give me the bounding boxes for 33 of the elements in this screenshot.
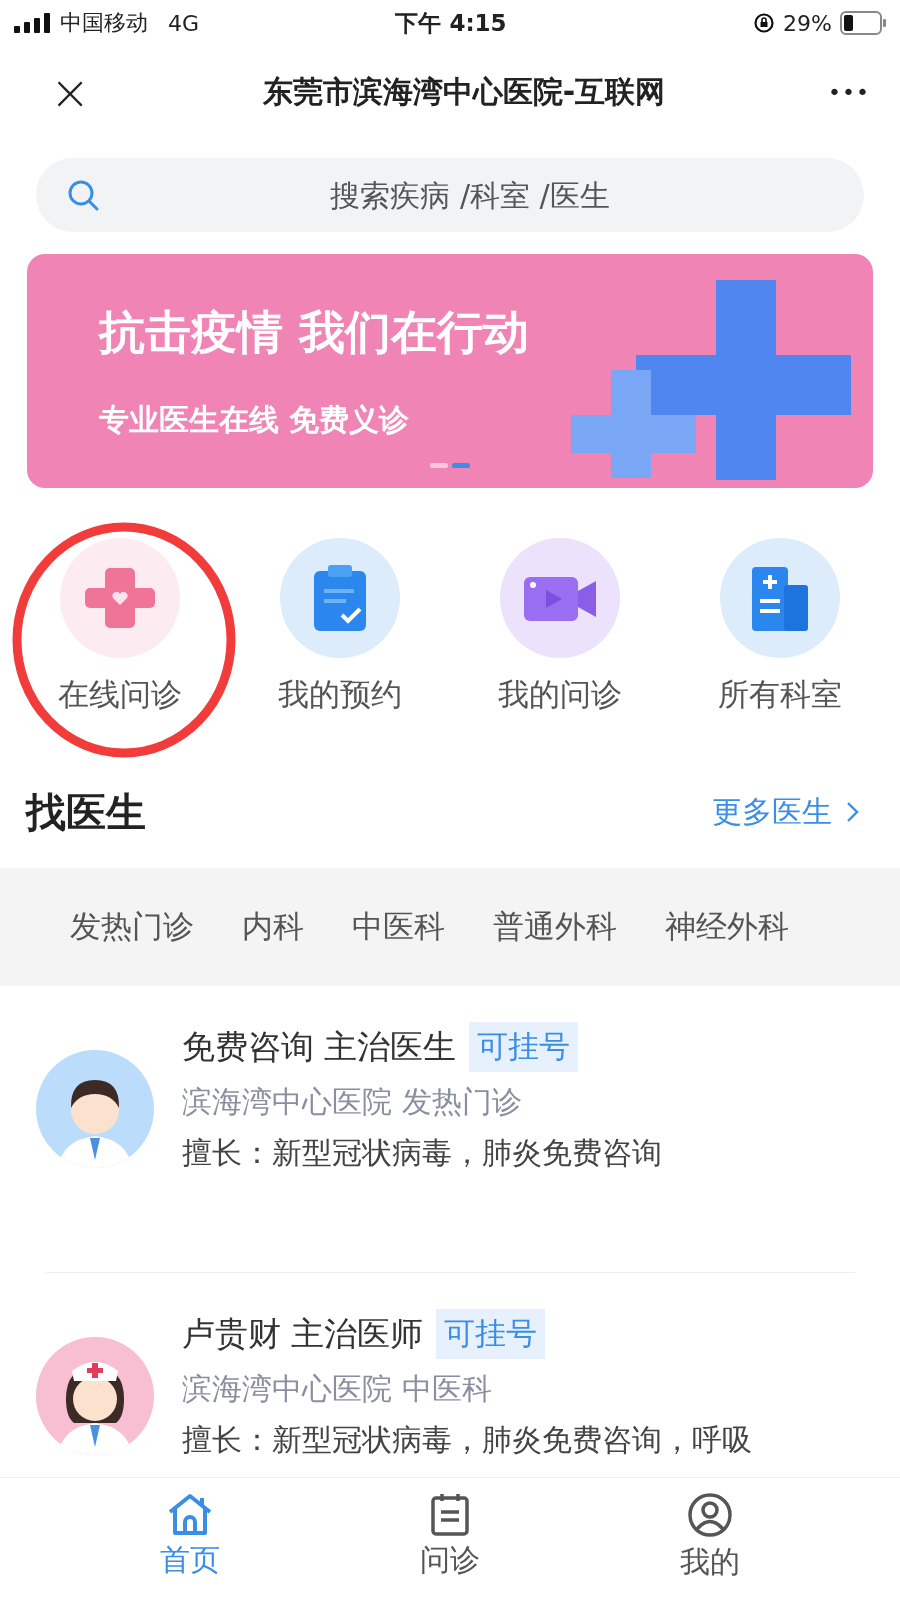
status-time: 下午 4:15 xyxy=(395,8,507,38)
search-icon xyxy=(66,178,100,212)
network-type: 4G xyxy=(168,10,200,36)
doctor-name: 免费咨询 主治医生 xyxy=(182,1025,457,1068)
department-tab[interactable]: 普通外科 xyxy=(493,906,617,948)
doctor-specialty: 擅长：新型冠状病毒，肺炎免费咨询 xyxy=(182,1134,662,1172)
doctor-hospital: 滨海湾中心医院 发热门诊 xyxy=(182,1083,523,1121)
more-button[interactable]: ••• xyxy=(828,79,870,105)
battery-percent: 29% xyxy=(783,10,832,36)
banner-subline: 专业医生在线 免费义诊 xyxy=(99,400,411,439)
clipboard-icon xyxy=(430,1492,470,1536)
doctor-specialty: 擅长：新型冠状病毒，肺炎免费咨询，呼吸 xyxy=(182,1421,752,1459)
signal-icon xyxy=(14,13,52,33)
department-tab[interactable]: 发热门诊 xyxy=(70,906,194,948)
tab-bar-item[interactable]: 我的 xyxy=(680,1478,740,1600)
tab-bar-item[interactable]: 问诊 xyxy=(420,1478,480,1600)
doctor-name: 卢贵财 主治医师 xyxy=(182,1312,424,1355)
availability-badge: 可挂号 xyxy=(468,1022,578,1072)
battery-icon xyxy=(840,11,888,35)
page-title: 东莞市滨海湾中心医院-互联网 xyxy=(261,72,667,111)
banner-headline: 抗击疫情 我们在行动 xyxy=(99,303,529,361)
chevron-right-icon xyxy=(846,800,860,824)
department-tab[interactable]: 中医科 xyxy=(352,906,445,948)
department-tab[interactable]: 神经外科 xyxy=(665,906,789,948)
search-field[interactable]: 搜索疾病 /科室 /医生 xyxy=(36,158,864,232)
profile-icon xyxy=(687,1492,733,1538)
department-tab[interactable]: 内科 xyxy=(242,906,304,948)
rotation-lock-icon xyxy=(753,12,776,34)
availability-badge: 可挂号 xyxy=(435,1309,545,1359)
section-title: 找医生 xyxy=(26,787,146,837)
carrier-name: 中国移动 xyxy=(60,9,148,37)
close-button[interactable]: × xyxy=(40,68,100,116)
doctor-hospital: 滨海湾中心医院 中医科 xyxy=(182,1370,493,1408)
